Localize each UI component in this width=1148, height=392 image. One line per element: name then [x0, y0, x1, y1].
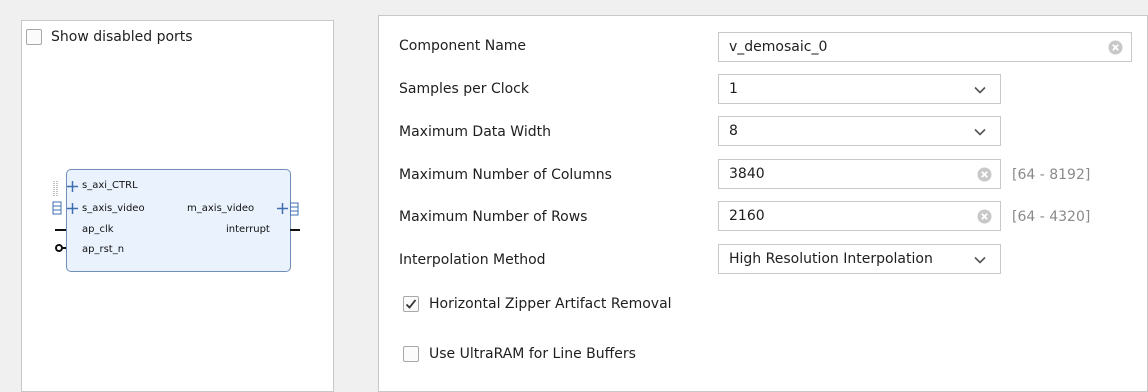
component-name-input[interactable]: v_demosaic_0 [718, 32, 1132, 62]
ultraram-label: Use UltraRAM for Line Buffers [429, 346, 636, 362]
port-ap-clk: ap_clk [82, 224, 114, 235]
component-name-label: Component Name [399, 38, 527, 54]
max-columns-input[interactable]: 3840 [718, 159, 1001, 189]
interpolation-method-value: High Resolution Interpolation [729, 251, 933, 267]
port-line-interrupt [290, 229, 300, 231]
configuration-panel: Component Name v_demosaic_0 Samples per … [378, 15, 1148, 392]
max-columns-range: [64 - 8192] [1012, 167, 1091, 183]
max-data-width-value: 8 [729, 123, 738, 139]
samples-per-clock-value: 1 [729, 81, 738, 97]
max-data-width-select[interactable]: 8 [718, 116, 1001, 146]
max-rows-value: 2160 [729, 208, 765, 224]
expand-plus-icon[interactable] [67, 203, 78, 214]
ultraram-checkbox[interactable] [403, 346, 419, 362]
max-columns-value: 3840 [729, 166, 765, 182]
show-disabled-ports-checkbox[interactable] [26, 29, 42, 45]
max-data-width-label: Maximum Data Width [399, 124, 551, 140]
port-m-axis-video: m_axis_video [187, 203, 255, 214]
clear-icon[interactable] [977, 167, 992, 182]
interpolation-method-select[interactable]: High Resolution Interpolation [718, 244, 1001, 274]
bus-connector-icon [290, 202, 299, 216]
samples-per-clock-select[interactable]: 1 [718, 74, 1001, 104]
checkmark-icon [405, 299, 417, 309]
port-ap-rst-n: ap_rst_n [82, 244, 125, 255]
samples-per-clock-label: Samples per Clock [399, 81, 529, 97]
clear-icon[interactable] [977, 209, 992, 224]
max-columns-label: Maximum Number of Columns [399, 167, 612, 183]
expand-plus-icon[interactable] [277, 203, 288, 214]
chevron-down-icon [974, 256, 986, 264]
expand-plus-icon[interactable] [67, 181, 78, 192]
port-interrupt: interrupt [226, 224, 270, 235]
chevron-down-icon [974, 86, 986, 94]
component-name-value: v_demosaic_0 [729, 39, 828, 55]
zipper-removal-checkbox[interactable] [403, 296, 419, 312]
bus-connector-icon [52, 181, 62, 215]
max-rows-range: [64 - 4320] [1012, 209, 1091, 225]
show-disabled-ports-label: Show disabled ports [51, 29, 193, 45]
interpolation-method-label: Interpolation Method [399, 252, 546, 268]
port-s-axi-ctrl: s_axi_CTRL [82, 180, 138, 191]
port-s-axis-video: s_axis_video [82, 203, 145, 214]
chevron-down-icon [974, 128, 986, 136]
max-rows-input[interactable]: 2160 [718, 201, 1001, 231]
max-rows-label: Maximum Number of Rows [399, 209, 588, 225]
clear-icon[interactable] [1108, 40, 1123, 55]
zipper-removal-label: Horizontal Zipper Artifact Removal [429, 296, 672, 312]
